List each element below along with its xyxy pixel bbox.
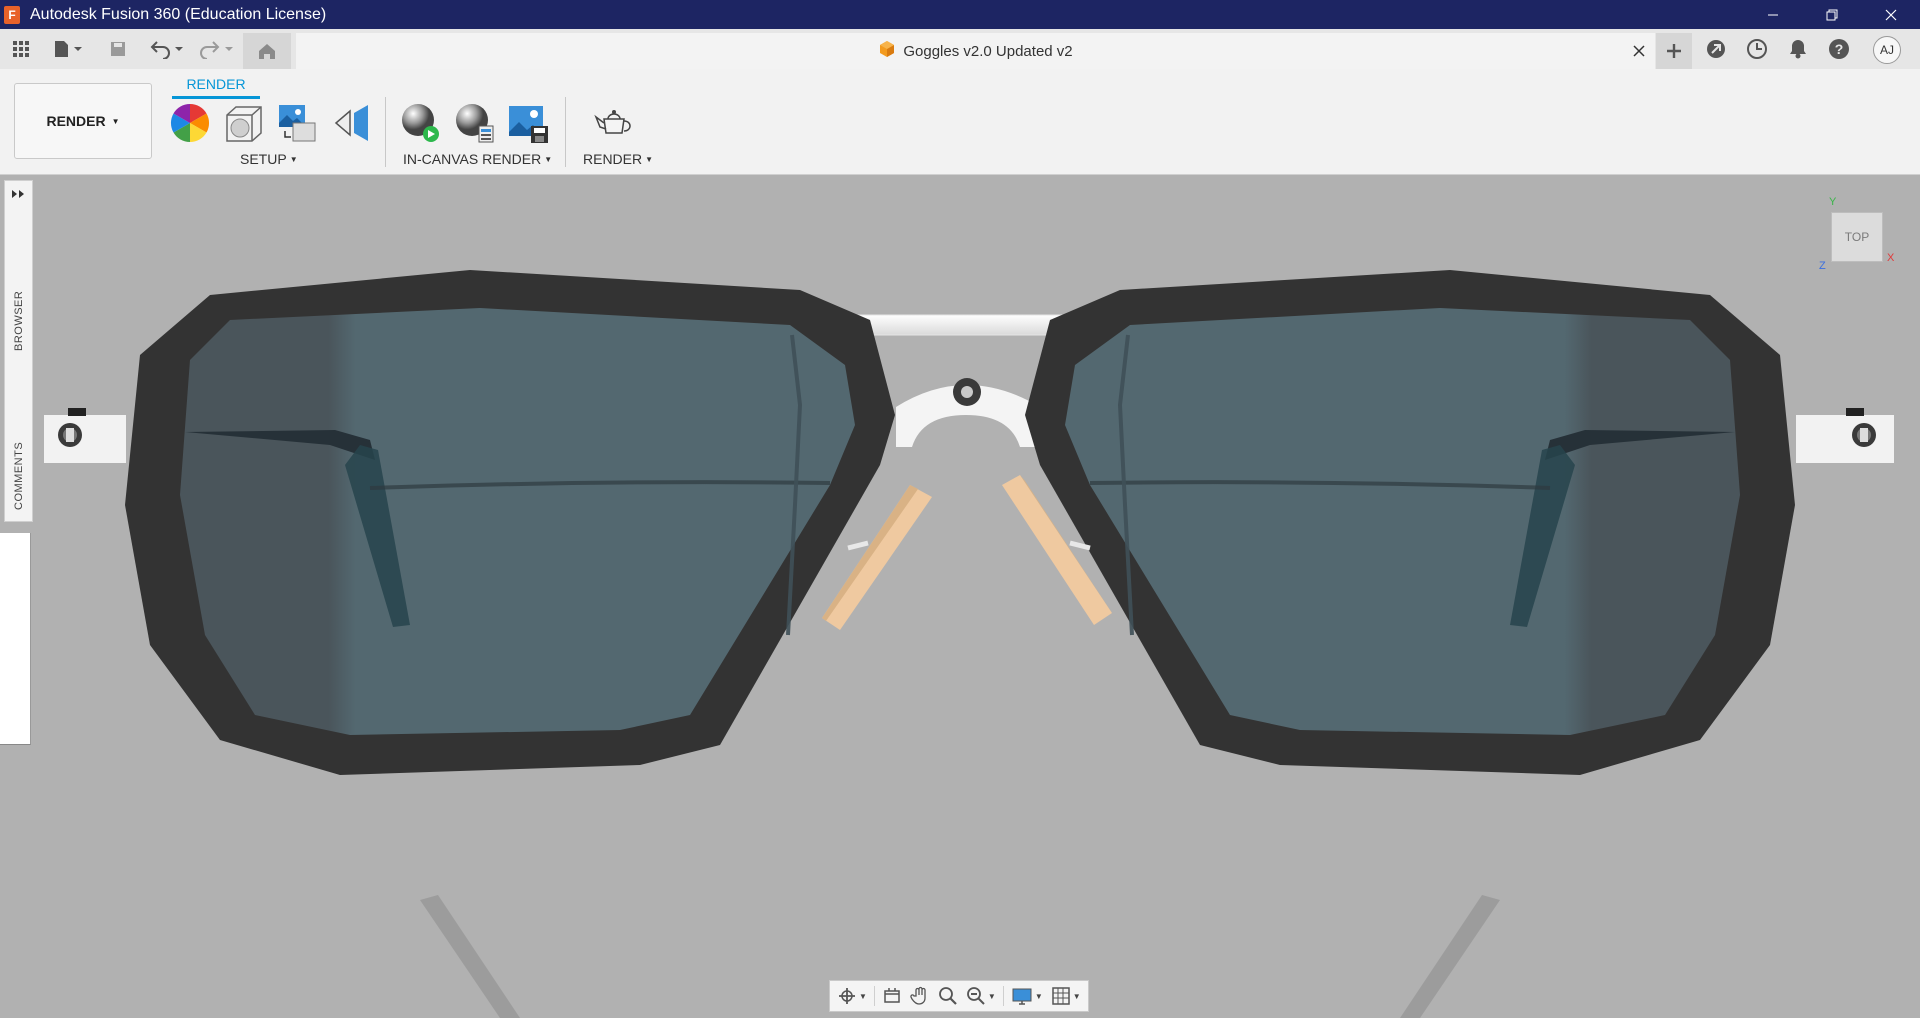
setup-group-label[interactable]: SETUP ▼ [240,151,298,167]
collapsed-panel-strip [0,533,31,745]
window-controls [1743,0,1920,29]
goggles-model-render [44,270,1894,1018]
render-group-label[interactable]: RENDER ▼ [583,151,653,167]
browser-tab[interactable]: BROWSER [9,286,29,356]
ribbon-toolbar: RENDER ▼ RENDER SETUP ▼ IN-CANVAS RENDER ▼ … [0,69,1920,175]
viewcube[interactable]: Y TOP X Z [1819,196,1905,280]
expand-arrows-icon[interactable] [9,187,29,201]
minimize-icon[interactable] [1743,0,1802,29]
title-bar: F Autodesk Fusion 360 (Education License… [0,0,1920,29]
comments-tab[interactable]: COMMENTS [9,436,29,516]
in-canvas-render-icon[interactable] [398,101,442,145]
in-canvas-render-settings-icon[interactable] [452,101,496,145]
close-icon[interactable] [1629,41,1649,61]
z-axis-label: Z [1819,260,1826,272]
decal-icon[interactable] [330,101,374,145]
svg-text:?: ? [1835,41,1844,57]
display-settings-icon[interactable]: ▼ [1008,982,1046,1010]
tab-bar: Goggles v2.0 Updated v2 [0,29,1920,69]
scene-settings-icon[interactable] [222,101,266,145]
restore-icon[interactable] [1802,0,1861,29]
appearance-icon[interactable] [168,101,212,145]
fit-zoom-icon[interactable]: ▼ [963,982,999,1010]
zoom-icon[interactable] [935,982,961,1010]
workspace-switcher-button[interactable]: RENDER ▼ [14,83,152,159]
fusion-logo-icon: F [4,5,20,24]
capture-image-icon[interactable] [506,101,550,145]
home-icon[interactable] [243,33,291,69]
save-icon[interactable] [105,37,131,61]
nav-divider [1002,986,1004,1006]
close-icon[interactable] [1861,0,1920,29]
new-tab-plus-icon[interactable] [1656,33,1692,69]
workspace-label: RENDER [46,113,106,129]
document-title: Goggles v2.0 Updated v2 [903,42,1073,60]
x-axis-label: X [1887,252,1895,264]
undo-icon[interactable] [146,37,186,61]
tab-render[interactable]: RENDER [172,73,260,99]
browser-comments-panel: BROWSER COMMENTS [4,180,33,522]
notifications-bell-icon[interactable] [1785,36,1811,62]
in-canvas-render-group-label[interactable]: IN-CANVAS RENDER ▼ [403,151,552,167]
pan-icon[interactable] [907,982,933,1010]
toolbar-divider [565,97,566,167]
viewport-canvas[interactable] [0,175,1920,1018]
help-icon[interactable]: ? [1826,36,1852,62]
y-axis-label: Y [1829,196,1837,208]
component-cube-icon [878,40,896,62]
user-avatar[interactable]: AJ [1873,36,1901,64]
texture-map-icon[interactable] [276,101,320,145]
window-title: Autodesk Fusion 360 (Education License) [30,5,327,23]
document-tab[interactable]: Goggles v2.0 Updated v2 [296,33,1655,69]
viewcube-top-face[interactable]: TOP [1831,212,1883,262]
grid-menu-icon[interactable] [8,37,34,61]
extensions-icon[interactable] [1703,36,1729,62]
grid-settings-icon[interactable]: ▼ [1048,982,1084,1010]
navigation-toolbar: ▼ ▼ ▼ ▼ [829,980,1089,1012]
nav-divider [873,986,875,1006]
toolbar-divider [385,97,386,167]
render-teapot-icon[interactable] [594,101,638,145]
redo-icon[interactable] [196,37,236,61]
look-at-icon[interactable] [879,982,905,1010]
job-status-clock-icon[interactable] [1744,36,1770,62]
file-icon[interactable] [48,37,88,61]
orbit-icon[interactable]: ▼ [834,982,870,1010]
